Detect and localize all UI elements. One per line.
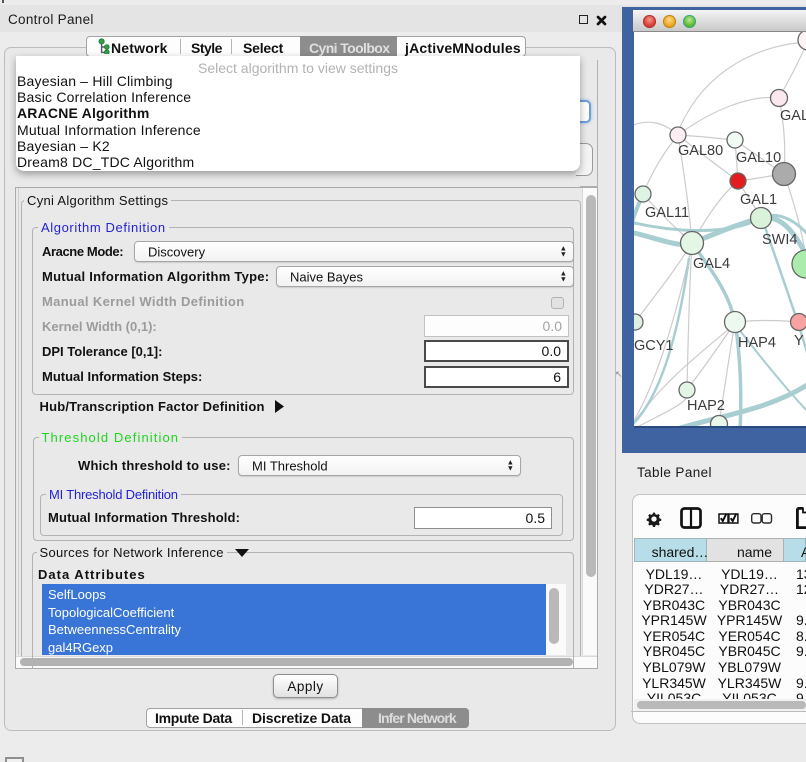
svg-text:GCY1: GCY1 bbox=[634, 338, 674, 354]
svg-text:GAL80: GAL80 bbox=[678, 143, 723, 159]
svg-text:GAL10: GAL10 bbox=[736, 150, 781, 166]
svg-text:GAL: GAL bbox=[780, 108, 806, 124]
svg-text:HAP2: HAP2 bbox=[687, 398, 725, 414]
svg-text:SWI4: SWI4 bbox=[762, 232, 797, 248]
svg-text:HAP4: HAP4 bbox=[738, 335, 776, 351]
svg-text:GAL4: GAL4 bbox=[693, 256, 730, 272]
svg-text:GAL1: GAL1 bbox=[740, 192, 777, 208]
svg-text:Y: Y bbox=[794, 333, 804, 349]
svg-text:GAL11: GAL11 bbox=[645, 205, 689, 221]
